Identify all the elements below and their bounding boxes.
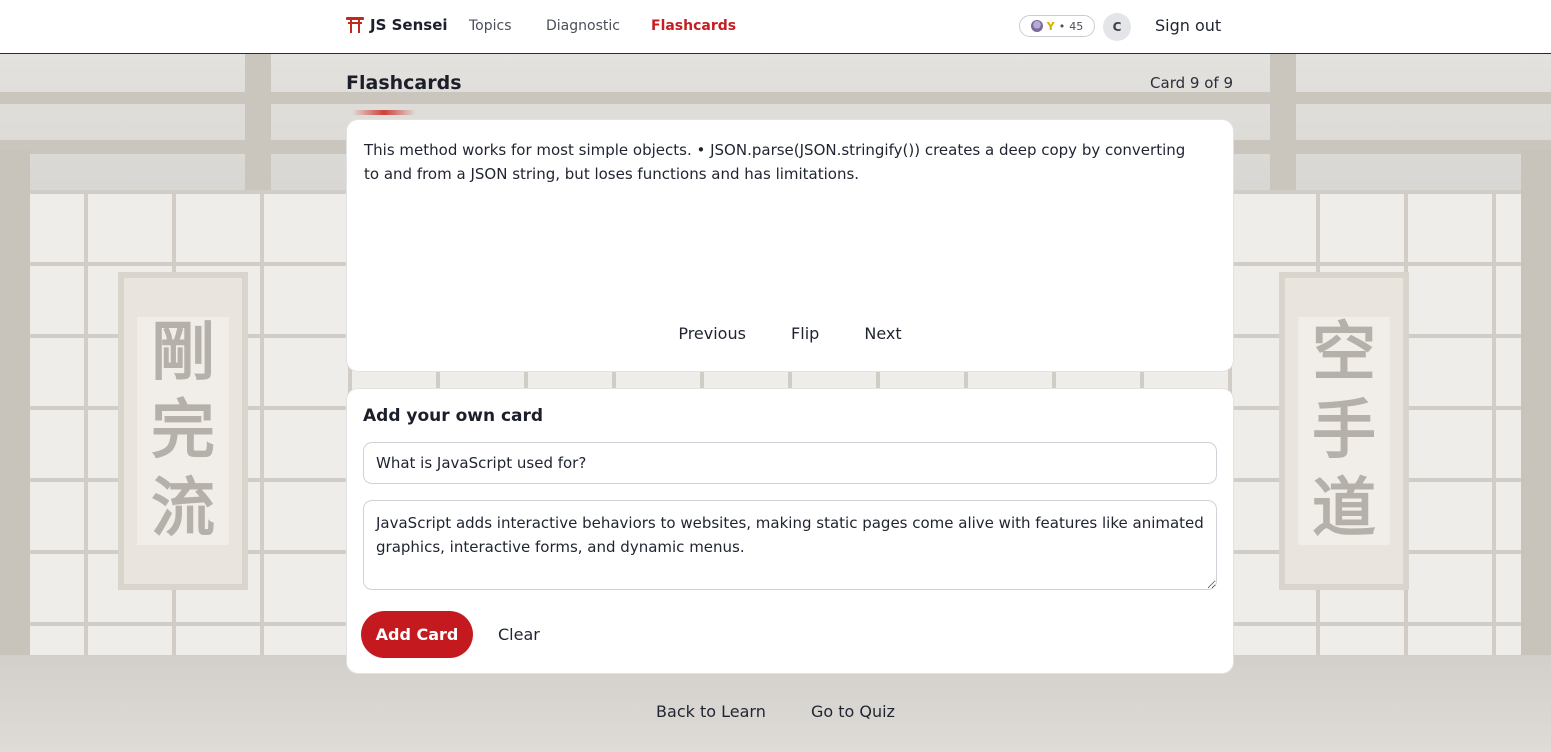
- xp-badge[interactable]: Y • 45: [1019, 15, 1095, 37]
- card-counter: Card 9 of 9: [1150, 74, 1233, 92]
- flip-card-button[interactable]: Flip: [791, 324, 819, 343]
- xp-separator: •: [1058, 19, 1066, 33]
- page-title: Flashcards: [346, 72, 462, 94]
- question-input[interactable]: [363, 442, 1217, 484]
- brand-name: JS Sensei: [370, 16, 448, 34]
- previous-card-button[interactable]: Previous: [678, 324, 746, 343]
- flashcard-text: This method works for most simple object…: [364, 141, 1186, 183]
- xp-points: 45: [1069, 19, 1084, 33]
- clear-button[interactable]: Clear: [498, 625, 540, 644]
- sign-out-button[interactable]: Sign out: [1155, 16, 1221, 35]
- torii-gate-icon: [346, 16, 364, 34]
- add-card-button[interactable]: Add Card: [361, 611, 473, 658]
- title-accent-underline: [352, 110, 416, 115]
- answer-textarea[interactable]: JavaScript adds interactive behaviors to…: [363, 500, 1217, 590]
- user-avatar[interactable]: C: [1103, 13, 1131, 41]
- next-card-button[interactable]: Next: [864, 324, 901, 343]
- top-navbar: JS Sensei Topics Diagnostic Flashcards Y…: [0, 0, 1551, 54]
- go-to-quiz-link[interactable]: Go to Quiz: [811, 702, 895, 721]
- footer-links: Back to Learn Go to Quiz: [0, 702, 1551, 721]
- add-card-title: Add your own card: [363, 406, 544, 426]
- belt-rank: Y: [1046, 19, 1055, 33]
- nav-link-topics[interactable]: Topics: [469, 18, 512, 34]
- flashcard[interactable]: This method works for most simple object…: [346, 119, 1234, 372]
- add-card-form: Add your own card JavaScript adds intera…: [346, 388, 1234, 674]
- flashcard-controls: Previous Flip Next: [347, 324, 1233, 343]
- brand-logo-link[interactable]: JS Sensei: [346, 16, 448, 34]
- nav-link-flashcards[interactable]: Flashcards: [651, 18, 736, 34]
- rank-emblem-icon: [1030, 20, 1043, 32]
- back-to-learn-link[interactable]: Back to Learn: [656, 702, 766, 721]
- nav-link-diagnostic[interactable]: Diagnostic: [546, 18, 620, 34]
